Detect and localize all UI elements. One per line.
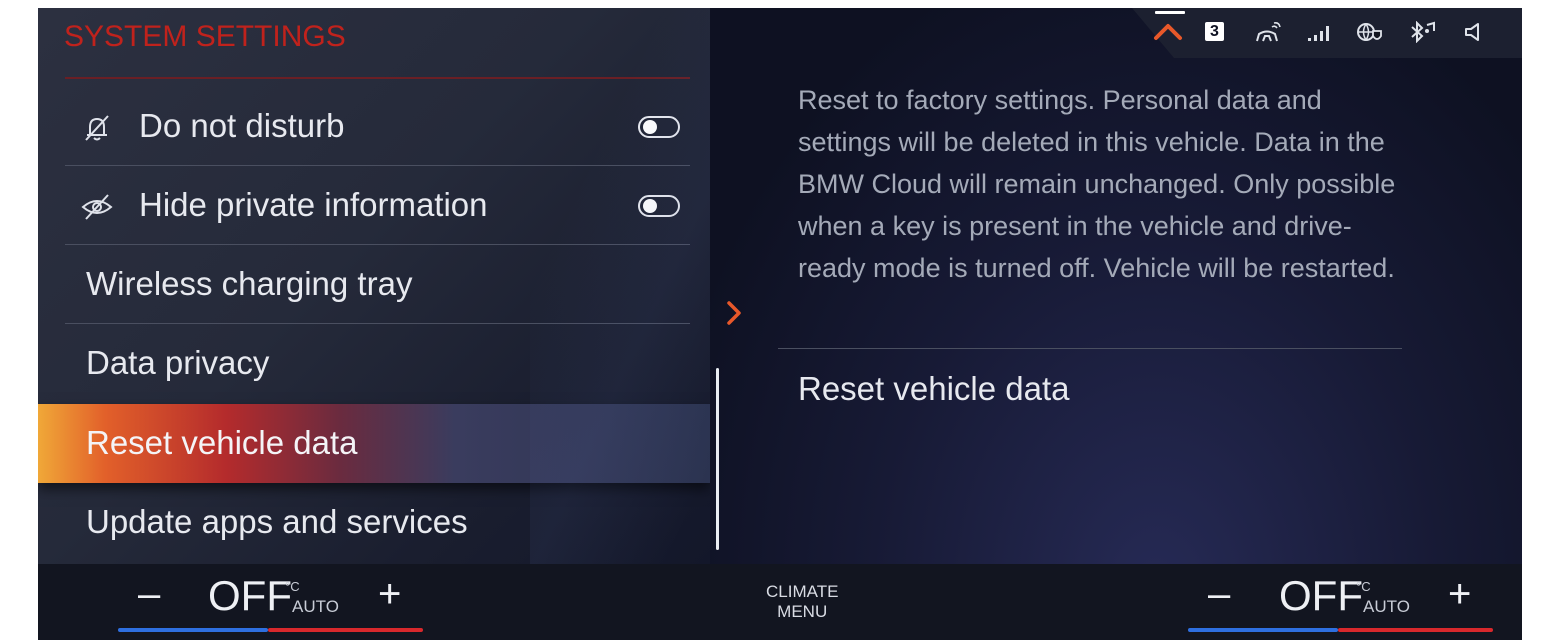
temp-increase-left-button[interactable]: + [378,574,401,614]
temp-bar-hot-right [1338,628,1493,632]
antenna-icon [1256,22,1281,42]
bell-off-icon [85,115,109,141]
title-divider [65,77,690,79]
globe-shield-icon [1357,23,1382,41]
climate-menu-button[interactable]: CLIMATE MENU [766,582,838,622]
menu-item-label: Do not disturb [139,107,345,144]
temp-bar-cold-left [118,628,268,632]
menu-item-label: Wireless charging tray [86,265,413,302]
menu-item-update-apps-and-services[interactable]: Update apps and services [38,483,710,562]
temp-value-right[interactable]: OFF [1279,575,1363,617]
temp-bar-cold-right [1188,628,1338,632]
scrollbar[interactable] [716,368,719,550]
temp-increase-right-button[interactable]: + [1448,574,1471,614]
temp-decrease-left-button[interactable]: – [138,574,160,614]
temp-value-left[interactable]: OFF [208,575,292,617]
menu-item-hide-private-information[interactable]: Hide private information [38,166,710,245]
menu-item-label: Hide private information [139,186,488,223]
hide-private-information-toggle[interactable] [638,195,680,217]
infotainment-screen: SYSTEM SETTINGS Do not disturb Hide priv… [38,8,1522,640]
do-not-disturb-toggle[interactable] [638,116,680,138]
auto-mode-right[interactable]: AUTO [1363,598,1410,615]
menu-item-label: Reset vehicle data [86,424,358,461]
climate-bar: – OFF °C AUTO + CLIMATE MENU – OFF °C AU… [38,564,1522,640]
notification-count-badge[interactable]: 3 [1205,22,1224,41]
auto-mode-left[interactable]: AUTO [292,598,339,615]
climate-right-zone: – OFF °C AUTO + [1138,564,1522,640]
temp-bar-hot-left [268,628,423,632]
detail-divider [778,348,1402,349]
bluetooth-music-icon [1411,21,1435,43]
temp-unit-right: °C [1356,579,1371,594]
menu-item-data-privacy[interactable]: Data privacy [38,324,710,403]
reset-description: Reset to factory settings. Personal data… [798,85,1396,283]
status-indicator-bar [1155,11,1185,14]
settings-menu-panel: SYSTEM SETTINGS Do not disturb Hide priv… [38,8,710,564]
chevron-up-icon[interactable] [1151,18,1185,44]
menu-item-label: Update apps and services [86,503,468,540]
climate-left-zone: – OFF °C AUTO + [38,564,518,640]
menu-item-wireless-charging-tray[interactable]: Wireless charging tray [38,245,710,324]
temp-decrease-right-button[interactable]: – [1208,574,1230,614]
reset-vehicle-data-button[interactable]: Reset vehicle data [798,370,1070,408]
page-title: SYSTEM SETTINGS [64,20,346,53]
volume-icon[interactable] [1462,21,1486,43]
menu-item-reset-vehicle-data[interactable]: Reset vehicle data [38,404,710,483]
signal-bars-icon [1308,26,1329,41]
chevron-right-icon [727,301,741,325]
temp-unit-left: °C [285,579,300,594]
detail-panel: 3 Reset to factory settings. Personal da… [710,8,1522,564]
eye-off-icon [81,194,113,220]
menu-item-label: Data privacy [86,344,270,381]
menu-item-do-not-disturb[interactable]: Do not disturb [38,87,710,166]
